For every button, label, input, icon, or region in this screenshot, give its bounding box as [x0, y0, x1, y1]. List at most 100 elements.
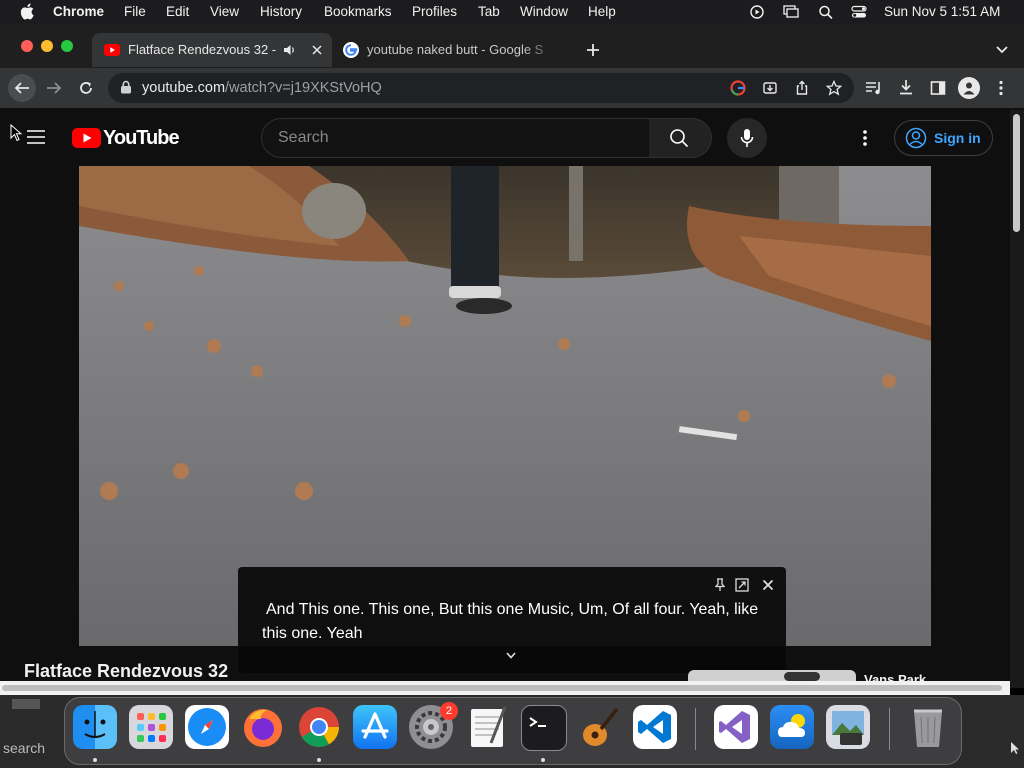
menu-tab[interactable]: Tab	[478, 4, 500, 19]
tab-youtube-video[interactable]: Flatface Rendezvous 32 -	[92, 33, 332, 67]
media-controls-icon[interactable]	[865, 80, 883, 96]
new-tab-icon[interactable]	[585, 42, 601, 58]
downloads-icon[interactable]	[898, 79, 914, 95]
expand-icon[interactable]	[735, 578, 749, 592]
launchpad-grid-icon	[137, 713, 166, 742]
terminal-app-icon[interactable]	[521, 705, 567, 751]
settings-notification-badge: 2	[440, 702, 458, 720]
url-host: youtube.com	[142, 80, 226, 96]
visual-studio-app-icon[interactable]	[714, 705, 758, 749]
bookmark-star-icon[interactable]	[826, 80, 842, 96]
share-icon[interactable]	[794, 80, 810, 96]
reload-icon[interactable]	[78, 80, 94, 96]
weather-app-icon[interactable]	[770, 705, 814, 749]
menu-profiles[interactable]: Profiles	[412, 4, 457, 19]
firefox-app-icon[interactable]	[241, 705, 285, 749]
textedit-page-icon	[471, 706, 507, 747]
chrome-menu-icon[interactable]	[998, 80, 1004, 96]
finder-app-icon[interactable]	[73, 705, 117, 749]
finder-running-indicator	[93, 758, 97, 762]
install-app-icon[interactable]	[762, 80, 778, 96]
media-play-icon[interactable]	[749, 5, 765, 19]
back-button[interactable]	[8, 74, 36, 102]
macos-menu-bar: Chrome File Edit View History Bookmarks …	[0, 0, 1024, 24]
forward-arrow-icon[interactable]	[46, 81, 62, 95]
microphone-icon	[740, 129, 754, 147]
profile-avatar-button[interactable]	[958, 77, 980, 99]
control-center-icon[interactable]	[851, 5, 867, 19]
menu-bookmarks[interactable]: Bookmarks	[324, 4, 392, 19]
menu-app-chrome[interactable]: Chrome	[53, 4, 104, 19]
pin-icon[interactable]	[714, 578, 726, 592]
finder-face-icon	[84, 711, 106, 738]
sign-in-button[interactable]: Sign in	[894, 120, 993, 156]
preview-app-icon[interactable]	[826, 705, 870, 749]
horizontal-scrollbar[interactable]	[0, 681, 1010, 695]
menu-file[interactable]: File	[124, 4, 146, 19]
tab-google-search[interactable]: youtube naked butt - Google S	[334, 33, 570, 67]
visual-studio-logo-icon	[719, 711, 750, 743]
hamburger-menu-icon[interactable]	[26, 129, 46, 145]
screen-mirroring-icon[interactable]	[783, 5, 799, 19]
menu-window[interactable]: Window	[520, 4, 568, 19]
vscode-app-icon[interactable]	[633, 705, 677, 749]
youtube-logo[interactable]: YouTube	[72, 127, 180, 149]
sign-in-label: Sign in	[934, 130, 981, 146]
spotlight-search-icon[interactable]	[818, 5, 834, 19]
chrome-running-indicator	[317, 758, 321, 762]
tab-audio-playing-icon[interactable]	[282, 43, 296, 57]
google-favicon-icon	[343, 42, 359, 58]
youtube-play-logo-icon	[72, 128, 101, 148]
terminal-prompt-icon	[529, 717, 546, 727]
garageband-app-icon[interactable]	[577, 705, 621, 749]
horizontal-scrollbar-thumb[interactable]	[2, 685, 1002, 691]
textedit-app-icon[interactable]	[465, 705, 509, 749]
voice-search-button[interactable]	[727, 118, 767, 158]
menu-help[interactable]: Help	[588, 4, 616, 19]
trash-can-icon	[914, 709, 942, 747]
tab-search-chevron-icon[interactable]	[995, 45, 1009, 55]
search-button[interactable]	[649, 118, 712, 158]
caption-expand-chevron-icon[interactable]	[505, 651, 517, 660]
url-text[interactable]: youtube.com/watch?v=j19XKStVoHQ	[142, 80, 382, 96]
launchpad-app-icon[interactable]	[129, 705, 173, 749]
youtube-favicon-icon	[104, 44, 120, 56]
close-caption-icon[interactable]	[762, 579, 774, 591]
account-circle-icon	[905, 127, 927, 149]
chrome-app-icon[interactable]	[297, 705, 341, 749]
background-window-strip	[12, 699, 40, 709]
guitar-icon	[583, 707, 619, 746]
scrollbar-thumb[interactable]	[1013, 114, 1020, 232]
window-close-button[interactable]	[21, 40, 33, 52]
vertical-scrollbar[interactable]	[1010, 110, 1024, 688]
preview-photos-icon	[832, 711, 864, 745]
tab-title: Flatface Rendezvous 32 -	[128, 42, 277, 57]
menu-edit[interactable]: Edit	[166, 4, 189, 19]
search-input[interactable]: Search	[261, 118, 651, 158]
chrome-logo-icon	[299, 707, 339, 747]
settings-more-icon[interactable]	[862, 129, 868, 147]
mouse-cursor-icon	[10, 124, 22, 142]
google-lens-icon[interactable]	[730, 80, 746, 96]
safari-app-icon[interactable]	[185, 705, 229, 749]
background-cursor-icon	[1011, 742, 1019, 754]
menu-bar-clock[interactable]: Sun Nov 5 1:51 AM	[884, 4, 1000, 19]
thumbnail-shape	[784, 672, 820, 681]
terminal-running-indicator	[541, 758, 545, 762]
side-panel-icon[interactable]	[930, 80, 946, 96]
window-minimize-button[interactable]	[41, 40, 53, 52]
window-zoom-button[interactable]	[61, 40, 73, 52]
menu-view[interactable]: View	[210, 4, 239, 19]
live-caption-panel: And This one. This one, But this one Mus…	[238, 567, 786, 673]
app-store-app-icon[interactable]	[353, 705, 397, 749]
tab-close-icon[interactable]	[311, 44, 323, 56]
lock-icon[interactable]	[120, 80, 132, 94]
trash-app-icon[interactable]	[906, 705, 950, 749]
person-icon	[963, 82, 975, 95]
menu-history[interactable]: History	[260, 4, 302, 19]
safari-compass-icon	[188, 708, 226, 746]
cloud-sun-icon	[778, 714, 805, 737]
firefox-logo-icon	[244, 709, 282, 747]
apple-logo-icon[interactable]	[20, 3, 34, 20]
related-video-thumbnail[interactable]	[688, 670, 856, 681]
